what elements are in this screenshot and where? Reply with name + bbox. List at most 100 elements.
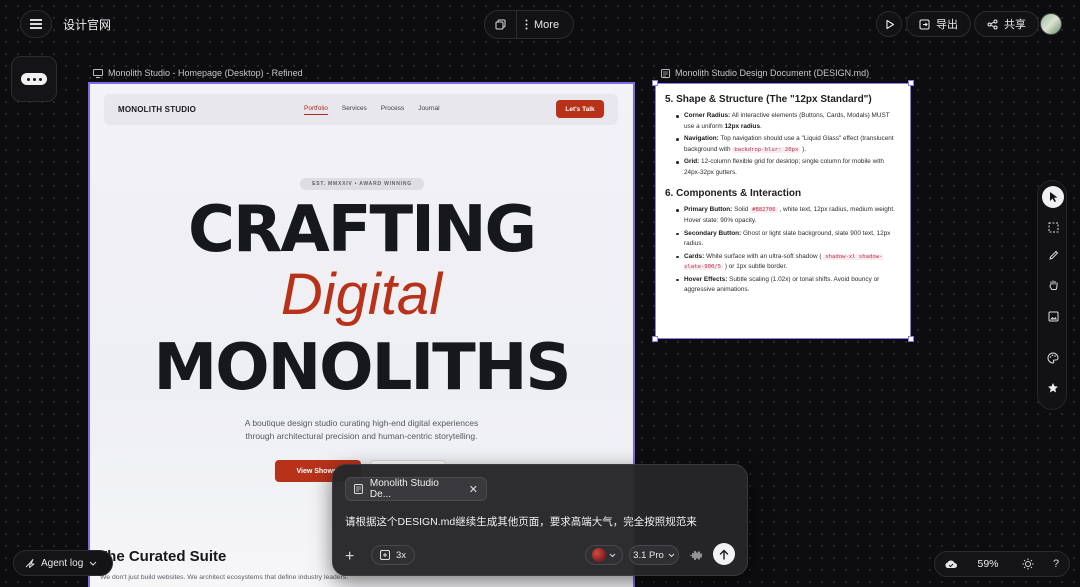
hero-line-crafting: CRAFTING — [187, 193, 537, 267]
more-dots-icon — [525, 19, 528, 30]
send-arrow-icon — [719, 549, 729, 560]
doc-frame-label[interactable]: Monolith Studio Design Document (DESIGN.… — [661, 68, 869, 78]
prompt-toolbar: + 3x 3.1 Pro — [333, 543, 747, 571]
plus-icon[interactable]: + — [345, 549, 354, 565]
prompt-panel: Monolith Studio De... ✕ 请根据这个DESIGN.md继续… — [332, 464, 748, 576]
homepage-nav-links: Portfolio Services Process Journal — [304, 105, 440, 115]
list-item: Secondary Button: Ghost or light slate b… — [675, 229, 901, 250]
list-item: Grid: 12-column flexible grid for deskto… — [675, 157, 901, 178]
cursor-icon — [1049, 192, 1057, 202]
chevron-down-icon — [668, 553, 675, 557]
list-item: Cards: White surface with an ultra-soft … — [675, 252, 901, 273]
frame-select-tool[interactable] — [1042, 216, 1064, 238]
preview-play-button[interactable] — [876, 11, 902, 37]
image-tool[interactable] — [1042, 305, 1064, 327]
help-button[interactable]: ? — [1043, 552, 1069, 576]
model-selector[interactable]: 3.1 Pro — [629, 545, 679, 565]
duplicate-button[interactable] — [485, 11, 517, 38]
doc-section-6-list: Primary Button: Solid #B82706 , white te… — [675, 205, 901, 296]
layers-icon — [379, 550, 390, 560]
export-button[interactable]: 导出 — [906, 11, 971, 37]
homepage-nav: MONOLITH STUDIO Portfolio Services Proce… — [104, 94, 618, 125]
hero-subtitle-line-1: A boutique design studio curating high-e… — [244, 418, 479, 428]
doc-section-6-title: 6. Components & Interaction — [665, 188, 802, 200]
send-button[interactable] — [713, 543, 735, 565]
select-tool[interactable] — [1042, 186, 1064, 208]
homepage-logo[interactable]: MONOLITH STUDIO — [118, 105, 196, 114]
nav-link-portfolio[interactable]: Portfolio — [304, 105, 328, 115]
favorites-tool[interactable] — [1042, 377, 1064, 399]
attachment-label: Monolith Studio De... — [369, 478, 439, 500]
resize-handle-bl[interactable] — [652, 336, 658, 342]
doc-section-5-title: 5. Shape & Structure (The "12px Standard… — [665, 94, 872, 105]
variants-count: 3x — [395, 549, 407, 561]
voice-icon — [689, 550, 702, 560]
curated-suite-subtitle: We don't just build websites. We archite… — [100, 574, 349, 581]
doc-section-5-list: Corner Radius: All interactive elements … — [675, 111, 901, 178]
hand-tool[interactable] — [1042, 274, 1064, 296]
avatar[interactable] — [1040, 13, 1062, 35]
style-swatch — [592, 548, 606, 562]
document-icon — [354, 484, 363, 494]
center-action-pill: More — [484, 10, 574, 39]
hero-line-digital: Digital — [280, 262, 443, 327]
export-icon — [919, 19, 930, 29]
design-doc-frame[interactable]: 5. Shape & Structure (The "12px Standard… — [655, 83, 911, 339]
resize-handle-tr[interactable] — [908, 80, 914, 86]
topbar-left: 设计官网 — [20, 10, 111, 38]
agent-log-label: Agent log — [41, 557, 84, 569]
list-item: Navigation: Top navigation should use a … — [675, 134, 901, 155]
chat-toggle-button[interactable] — [11, 56, 57, 102]
hand-icon — [1048, 280, 1057, 290]
prompt-input[interactable]: 请根据这个DESIGN.md继续生成其他页面，要求高端大气，完全按照规范来 — [345, 514, 697, 529]
list-item: Hover Effects: Subtle scaling (1.02x) or… — [675, 275, 901, 296]
chevron-down-icon — [609, 553, 616, 557]
zoom-level[interactable]: 59% — [969, 552, 1007, 576]
doc-frame-title: Monolith Studio Design Document (DESIGN.… — [675, 68, 870, 78]
menu-button[interactable] — [20, 10, 52, 38]
share-icon — [987, 19, 998, 29]
desktop-icon — [93, 68, 103, 78]
tool-rail — [1037, 180, 1067, 410]
pen-tool[interactable] — [1042, 244, 1064, 266]
app-title: 设计官网 — [63, 17, 112, 32]
chevron-down-icon — [89, 561, 97, 566]
curated-suite-title: The Curated Suite — [98, 548, 227, 565]
voice-button[interactable] — [687, 546, 705, 564]
lets-talk-button[interactable]: Let's Talk — [556, 100, 604, 118]
model-label: 3.1 Pro — [633, 549, 664, 561]
view-controls: 59% ? — [934, 551, 1070, 577]
nav-link-journal[interactable]: Journal — [418, 105, 439, 115]
star-icon — [1048, 383, 1058, 393]
nav-link-process[interactable]: Process — [381, 105, 404, 115]
nav-link-services[interactable]: Services — [342, 105, 367, 115]
frame-select-icon — [1048, 222, 1058, 232]
more-label: More — [534, 18, 560, 31]
agent-log-button[interactable]: Agent log — [13, 550, 113, 576]
sync-button[interactable] — [937, 552, 965, 576]
agent-icon — [25, 558, 35, 568]
share-button[interactable]: 共享 — [974, 11, 1039, 37]
image-icon — [1048, 311, 1058, 321]
copy-icon — [495, 19, 506, 30]
palette-tool[interactable] — [1042, 347, 1064, 369]
more-button[interactable]: More — [517, 19, 559, 31]
homepage-frame-label[interactable]: Monolith Studio - Homepage (Desktop) - R… — [93, 68, 303, 78]
resize-handle-br[interactable] — [908, 336, 914, 342]
award-badge: EST. MMXXIV • AWARD WINNING — [300, 178, 424, 190]
close-icon[interactable]: ✕ — [469, 483, 478, 496]
homepage-frame-title: Monolith Studio - Homepage (Desktop) - R… — [108, 68, 303, 78]
style-selector[interactable] — [585, 545, 623, 565]
list-item: Primary Button: Solid #B82706 , white te… — [675, 205, 901, 226]
theme-toggle[interactable] — [1015, 552, 1041, 576]
hero-subtitle: A boutique design studio curating high-e… — [90, 417, 633, 443]
resize-handle-tl[interactable] — [652, 80, 658, 86]
variants-button[interactable]: 3x — [371, 545, 415, 565]
share-label: 共享 — [1004, 19, 1026, 31]
attachment-chip[interactable]: Monolith Studio De... ✕ — [345, 477, 487, 501]
sun-icon — [1022, 558, 1034, 570]
pen-icon — [1048, 250, 1058, 260]
hero-subtitle-line-2: through architectural precision and huma… — [245, 430, 478, 441]
palette-icon — [1047, 352, 1059, 364]
menu-icon — [30, 23, 42, 25]
